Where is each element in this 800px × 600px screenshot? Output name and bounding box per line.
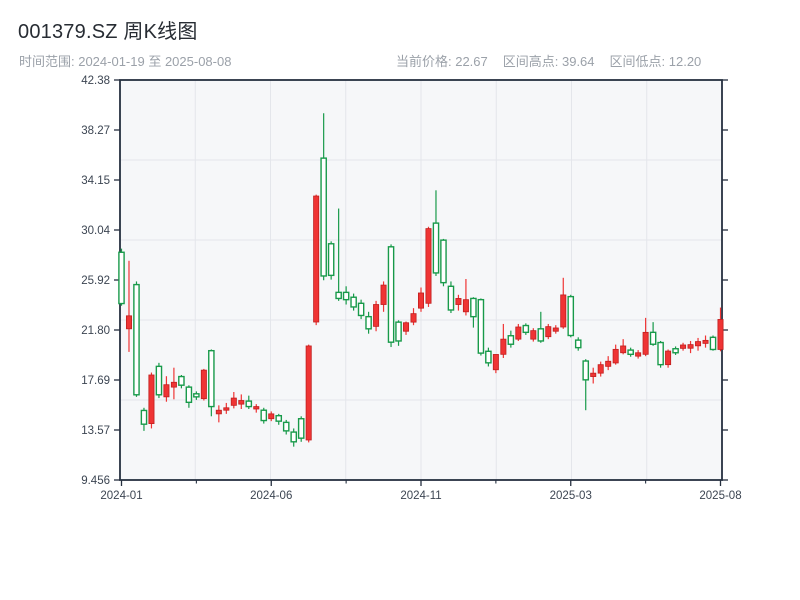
x-tick-label: 2024-06 xyxy=(250,490,292,502)
candle-down xyxy=(440,238,447,287)
candle-down xyxy=(118,248,125,306)
candle-up xyxy=(545,323,552,340)
candle-down xyxy=(260,407,268,424)
candle-down xyxy=(709,335,717,351)
price-stats: 当前价格: 22.67 区间高点: 39.64 区间低点: 12.20 xyxy=(396,51,701,70)
x-tick-label: 2025-08 xyxy=(699,490,741,502)
candle-down xyxy=(208,349,215,417)
page-title: 001379.SZ 周K线图 xyxy=(18,21,198,43)
y-tick-label: 25.92 xyxy=(81,275,110,287)
x-tick-label: 2024-11 xyxy=(400,490,441,502)
candle-up xyxy=(148,372,155,429)
candle-up xyxy=(305,344,312,443)
kline-chart: 42.38 38.27 34.15 30.04 25.92 21.80 17.69 13.57… xyxy=(81,75,742,502)
y-tick-label: 17.69 xyxy=(81,375,110,387)
candle-up xyxy=(373,300,380,332)
y-tick-label: 38.27 xyxy=(81,125,110,137)
candle-up xyxy=(313,194,320,326)
candle-down xyxy=(297,416,305,442)
candle-down xyxy=(327,241,335,280)
candle-down xyxy=(133,281,140,397)
candle-down xyxy=(387,244,395,348)
y-tick-label: 42.38 xyxy=(81,75,110,87)
candle-down xyxy=(567,294,575,338)
stat-range-high: 区间高点: 39.64 xyxy=(502,54,595,69)
candle-up xyxy=(200,368,207,401)
candle-down xyxy=(155,362,163,399)
y-tick-label: 9.456 xyxy=(81,475,110,487)
stat-range-low: 区间低点: 12.20 xyxy=(609,54,702,69)
candle-down xyxy=(657,340,664,368)
x-axis-labels: 2024-01 2024-06 2024-11 2025-03 2025-08 xyxy=(100,480,742,502)
x-tick-label: 2025-03 xyxy=(550,490,592,502)
y-tick-label: 21.80 xyxy=(81,325,110,337)
y-tick-label: 13.57 xyxy=(81,425,110,437)
candle-up xyxy=(425,226,432,307)
time-range-label: 时间范围: 2024-01-19 至 2025-08-08 xyxy=(19,54,232,69)
x-tick-label: 2024-01 xyxy=(100,490,142,502)
y-tick-label: 34.15 xyxy=(81,175,110,187)
candle-down xyxy=(477,298,485,356)
candle-down xyxy=(447,281,455,314)
candle-up xyxy=(665,349,672,368)
stat-current-price: 当前价格: 22.67 xyxy=(396,54,488,69)
y-tick-label: 30.04 xyxy=(81,225,110,237)
kline-page: { "header": { "title": "001379.SZ 周K线图",… xyxy=(0,0,800,600)
